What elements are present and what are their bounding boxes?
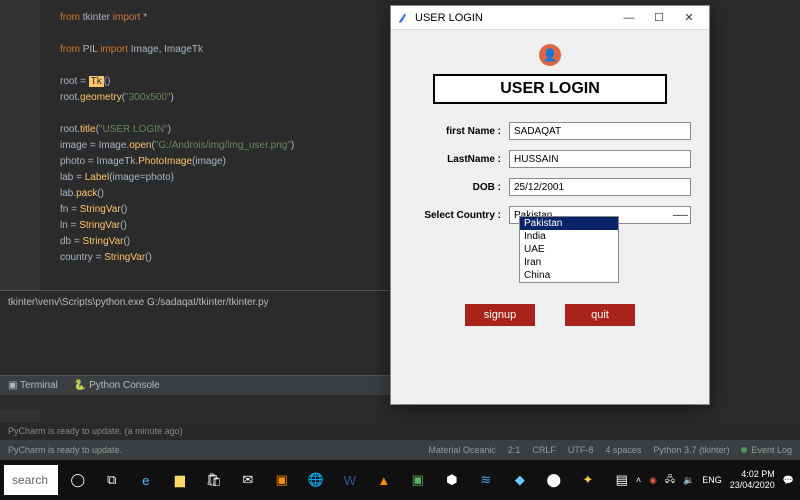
status-enc[interactable]: UTF-8 — [568, 445, 594, 455]
dob-input[interactable] — [509, 178, 691, 196]
action-center-icon[interactable]: 💬 — [783, 475, 794, 486]
lastname-input[interactable] — [509, 150, 691, 168]
app5-icon[interactable]: ⬤ — [540, 465, 568, 495]
minimize-button[interactable]: — — [615, 8, 643, 28]
tray-chevron-icon[interactable]: ˄ — [636, 475, 641, 485]
terminal-line: tkinter\venv\Scripts\python.exe G:/sadaq… — [8, 297, 269, 308]
word-icon[interactable]: W — [336, 465, 364, 495]
app3-icon[interactable]: ⬢ — [438, 465, 466, 495]
country-dropdown-list: Pakistan India UAE Iran China — [519, 216, 619, 283]
taskbar-clock[interactable]: 4:02 PM 23/04/2020 — [730, 469, 775, 491]
user-avatar-icon: 👤 — [539, 44, 561, 66]
tk-window: USER LOGIN — ☐ ✕ 👤 USER LOGIN first Name… — [390, 5, 710, 405]
dropdown-option[interactable]: India — [520, 230, 618, 243]
status-ready[interactable]: PyCharm is ready to update. — [8, 445, 122, 455]
tray-net-icon[interactable]: 🖧 — [665, 472, 675, 488]
tray-app-icon[interactable]: ◉ — [649, 475, 657, 486]
country-label: Select Country : — [409, 210, 509, 221]
close-button[interactable]: ✕ — [675, 8, 703, 28]
lastname-label: LastName : — [409, 154, 509, 165]
tray-vol-icon[interactable]: 🔉 — [683, 475, 694, 486]
status-crlf[interactable]: CRLF — [532, 445, 556, 455]
app2-icon[interactable]: ▣ — [404, 465, 432, 495]
search-placeholder: search — [12, 473, 48, 487]
tab-terminal[interactable]: ▣ Terminal — [8, 380, 58, 391]
store-icon[interactable]: 🛍 — [200, 465, 228, 495]
tray-lang[interactable]: ENG — [702, 475, 722, 485]
code-area[interactable]: from tkinter import * from PIL import Im… — [60, 10, 400, 266]
taskview-icon[interactable]: ⧉ — [98, 465, 126, 495]
dropdown-option[interactable]: UAE — [520, 243, 618, 256]
combo-arrow-icon: ─── — [673, 210, 686, 220]
dropdown-option[interactable]: Iran — [520, 256, 618, 269]
taskbar-pinned: ◯ ⧉ e ▆ 🛍 ✉ ▣ 🌐 W ▲ ▣ ⬢ ≋ ◆ ⬤ ✦ ▤ — [64, 465, 636, 495]
mail-icon[interactable]: ✉ — [234, 465, 262, 495]
clock-time: 4:02 PM — [730, 469, 775, 480]
maximize-button[interactable]: ☐ — [645, 8, 673, 28]
clock-date: 23/04/2020 — [730, 480, 775, 491]
tk-title: USER LOGIN — [415, 12, 483, 24]
ide-status-bar: PyCharm is ready to update. Material Oce… — [0, 440, 800, 460]
edge-icon[interactable]: e — [132, 465, 160, 495]
app6-icon[interactable]: ✦ — [574, 465, 602, 495]
status-eventlog[interactable]: Event Log — [741, 445, 792, 455]
chrome-icon[interactable]: 🌐 — [302, 465, 330, 495]
dropdown-option[interactable]: China — [520, 269, 618, 282]
vscode-icon[interactable]: ≋ — [472, 465, 500, 495]
update-notification[interactable]: PyCharm is ready to update. (a minute ag… — [0, 422, 800, 440]
dob-label: DOB : — [409, 182, 509, 193]
app4-icon[interactable]: ◆ — [506, 465, 534, 495]
update-age: (a minute ago) — [125, 426, 183, 436]
system-tray: ˄ ◉ 🖧 🔉 ENG 4:02 PM 23/04/2020 💬 — [636, 469, 800, 491]
vlc-icon[interactable]: ▲ — [370, 465, 398, 495]
firstname-label: first Name : — [409, 126, 509, 137]
firstname-input[interactable] — [509, 122, 691, 140]
tk-titlebar[interactable]: USER LOGIN — ☐ ✕ — [391, 6, 709, 30]
status-pos[interactable]: 2:1 — [508, 445, 521, 455]
status-spaces[interactable]: 4 spaces — [605, 445, 641, 455]
windows-taskbar: search ◯ ⧉ e ▆ 🛍 ✉ ▣ 🌐 W ▲ ▣ ⬢ ≋ ◆ ⬤ ✦ ▤… — [0, 460, 800, 500]
app-icon[interactable]: ▣ — [268, 465, 296, 495]
tk-feather-icon — [397, 12, 409, 24]
cortana-icon[interactable]: ◯ — [64, 465, 92, 495]
app7-icon[interactable]: ▤ — [608, 465, 636, 495]
quit-button[interactable]: quit — [565, 304, 635, 326]
status-python[interactable]: Python 3.7 (tkinter) — [653, 445, 729, 455]
update-text: PyCharm is ready to update. — [8, 426, 122, 436]
dropdown-option[interactable]: Pakistan — [520, 217, 618, 230]
taskbar-search[interactable]: search — [4, 465, 58, 495]
status-material[interactable]: Material Oceanic — [428, 445, 496, 455]
tab-python-console[interactable]: 🐍 Python Console — [74, 380, 160, 391]
login-heading: USER LOGIN — [433, 74, 667, 104]
signup-button[interactable]: signup — [465, 304, 535, 326]
explorer-icon[interactable]: ▆ — [166, 465, 194, 495]
